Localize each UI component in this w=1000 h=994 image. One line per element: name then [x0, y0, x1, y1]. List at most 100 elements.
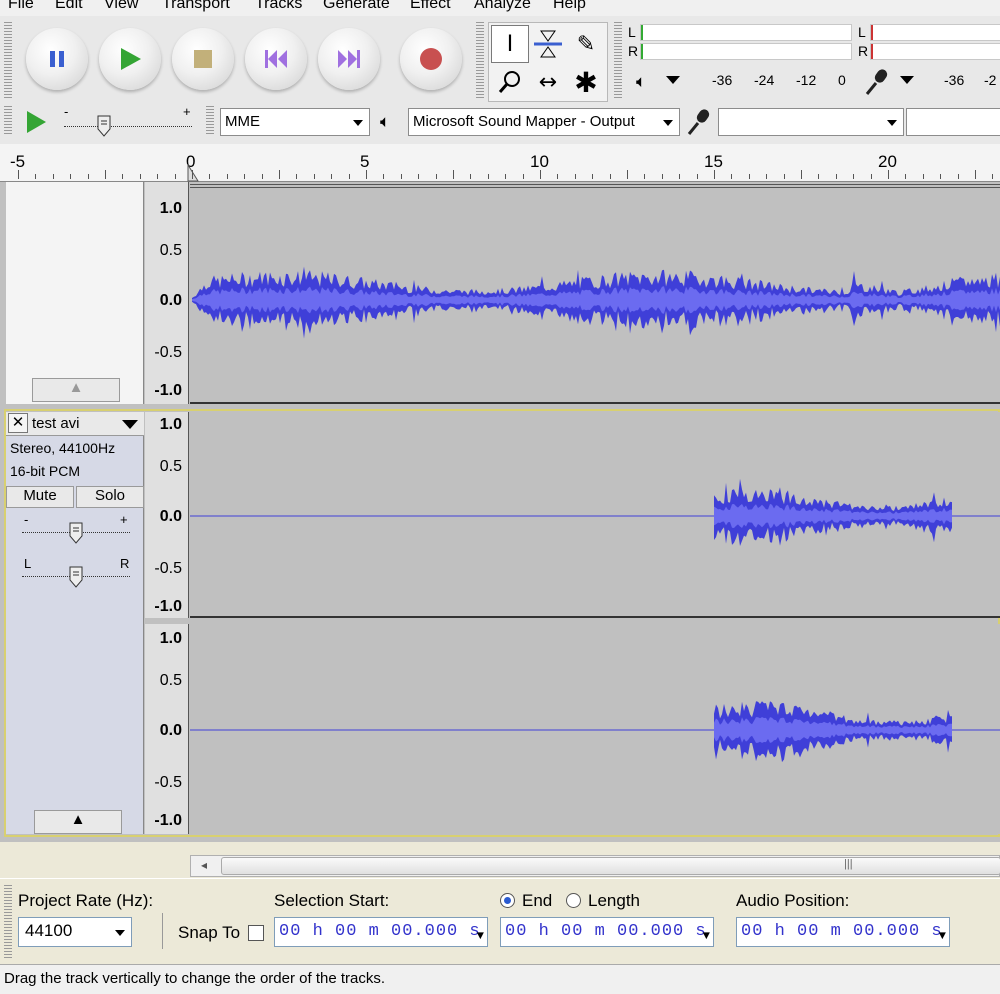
skip-to-end-button[interactable]: [318, 28, 380, 90]
solo-button[interactable]: Solo: [76, 486, 144, 508]
ruler-tick: [192, 170, 193, 179]
scale-label: 0.0: [159, 722, 182, 739]
playatspeed-toolbar-grip[interactable]: [4, 106, 12, 136]
record-button[interactable]: [400, 28, 462, 90]
zoom-tool[interactable]: [491, 63, 529, 101]
dropdown-arrow-icon: [663, 120, 673, 126]
upper-track-control-panel[interactable]: ▲: [6, 182, 144, 404]
playback-meter-right[interactable]: [640, 43, 852, 60]
time-format-dropdown-icon[interactable]: ▼: [703, 922, 711, 950]
selection-start-time[interactable]: 00 h 00 m 00.000 s ▼: [274, 917, 488, 947]
ruler-tick: [383, 174, 385, 179]
scale-label: -0.5: [154, 344, 182, 361]
pause-button[interactable]: [26, 28, 88, 90]
playback-meter-dropdown-icon[interactable]: [666, 76, 680, 84]
menu-help[interactable]: Help: [553, 0, 586, 14]
ruler-tick: [644, 174, 646, 179]
menu-analyze[interactable]: Analyze: [474, 0, 531, 14]
scrollbar-grip-icon: |||: [844, 858, 853, 870]
record-meter-dropdown-icon[interactable]: [900, 76, 914, 84]
meter-scale-label: 0: [838, 72, 846, 88]
record-meter-right[interactable]: [870, 43, 1000, 60]
mute-button[interactable]: Mute: [6, 486, 74, 508]
ruler-tick: [905, 174, 907, 179]
ruler-tick: [888, 170, 889, 179]
test-right-channel-waveform[interactable]: [190, 624, 1000, 834]
menu-transport[interactable]: Transport: [162, 0, 230, 14]
ruler-tick: [766, 174, 768, 179]
ruler-tick: [853, 174, 855, 179]
length-radio[interactable]: [566, 893, 581, 908]
track-area[interactable]: ▲ 1.0 0.5 0.0 -0.5 -1.0 ✕ test avi Stere…: [0, 182, 1000, 842]
ruler-tick: [714, 170, 715, 179]
multi-tool[interactable]: ✱: [567, 63, 605, 101]
scrollbar-thumb[interactable]: |||: [221, 857, 1000, 875]
envelope-tool[interactable]: [529, 25, 567, 63]
track-menu-dropdown-icon[interactable]: [122, 420, 138, 429]
input-device-select[interactable]: [718, 108, 904, 136]
track-title-bar[interactable]: ✕ test avi: [6, 412, 144, 436]
menu-file[interactable]: File: [8, 0, 34, 14]
collapse-track-button[interactable]: ▲: [34, 810, 122, 834]
pan-slider-thumb[interactable]: [68, 566, 84, 588]
ruler-tick: [226, 174, 228, 179]
scroll-left-icon[interactable]: ◂: [201, 858, 207, 872]
meter-scale-label: -36: [712, 72, 733, 88]
selection-toolbar-grip[interactable]: [4, 885, 12, 959]
stop-icon: [194, 50, 212, 68]
time-format-dropdown-icon[interactable]: ▼: [477, 922, 485, 950]
input-channels-select[interactable]: [906, 108, 1000, 136]
collapse-track-button[interactable]: ▲: [32, 378, 120, 402]
menu-effect[interactable]: Effect: [410, 0, 451, 14]
project-rate-select[interactable]: 44100: [18, 917, 132, 947]
end-radio[interactable]: [500, 893, 515, 908]
ruler-tick: [922, 174, 924, 179]
ruler-tick: [105, 170, 106, 179]
output-device-value: Microsoft Sound Mapper - Output: [413, 113, 635, 130]
tools-toolbar: I ✎ ↔ ✱: [488, 22, 608, 102]
snap-to-checkbox[interactable]: [248, 925, 264, 941]
selection-tool[interactable]: I: [491, 25, 529, 63]
play-head-marker[interactable]: [186, 164, 200, 182]
speed-slider-thumb[interactable]: [96, 115, 112, 137]
ruler-tick: [70, 174, 72, 179]
selection-end-time[interactable]: 00 h 00 m 00.000 s ▼: [500, 917, 714, 947]
speed-slider-track[interactable]: [64, 126, 192, 127]
playback-meter-left[interactable]: [640, 24, 852, 41]
output-device-select[interactable]: Microsoft Sound Mapper - Output: [408, 108, 680, 136]
upper-track-waveform[interactable]: [190, 182, 1000, 404]
ruler-tick: [35, 174, 37, 179]
test-left-channel-waveform[interactable]: [190, 412, 1000, 618]
menu-edit[interactable]: Edit: [55, 0, 83, 14]
record-meter-left[interactable]: [870, 24, 1000, 41]
transport-toolbar-grip[interactable]: [4, 22, 12, 100]
microphone-icon: [687, 109, 710, 135]
menu-generate[interactable]: Generate: [323, 0, 390, 14]
time-format-dropdown-icon[interactable]: ▼: [939, 922, 947, 950]
ruler-tick: [261, 174, 263, 179]
close-icon[interactable]: ✕: [8, 413, 28, 433]
device-toolbar-grip[interactable]: [206, 106, 214, 136]
menu-view[interactable]: View: [104, 0, 138, 14]
timeshift-tool[interactable]: ↔: [529, 63, 567, 101]
draw-tool[interactable]: ✎: [567, 25, 605, 63]
pause-icon: [50, 51, 64, 67]
test-track-control-panel[interactable]: ✕ test avi Stereo, 44100Hz 16-bit PCM Mu…: [6, 412, 144, 834]
play-button[interactable]: [99, 28, 161, 90]
stop-button[interactable]: [172, 28, 234, 90]
horizontal-scrollbar[interactable]: ◂ |||: [190, 855, 1000, 877]
audio-position-time[interactable]: 00 h 00 m 00.000 s ▼: [736, 917, 950, 947]
skip-to-start-button[interactable]: [245, 28, 307, 90]
microphone-icon[interactable]: [864, 68, 890, 96]
ruler-tick: [870, 174, 872, 179]
play-at-speed-button[interactable]: [24, 110, 48, 134]
speaker-icon[interactable]: 🔈︎: [636, 72, 646, 92]
tools-toolbar-grip[interactable]: [476, 22, 484, 100]
menu-tracks[interactable]: Tracks: [255, 0, 302, 14]
record-meter-left-label: L: [858, 24, 866, 40]
audio-host-select[interactable]: MME: [220, 108, 370, 136]
scale-label: -1.0: [154, 382, 182, 399]
timeline-ruler[interactable]: -5 0 5 10 15 20: [0, 144, 1000, 182]
gain-slider-thumb[interactable]: [68, 522, 84, 544]
meter-toolbar-grip[interactable]: [614, 22, 622, 100]
